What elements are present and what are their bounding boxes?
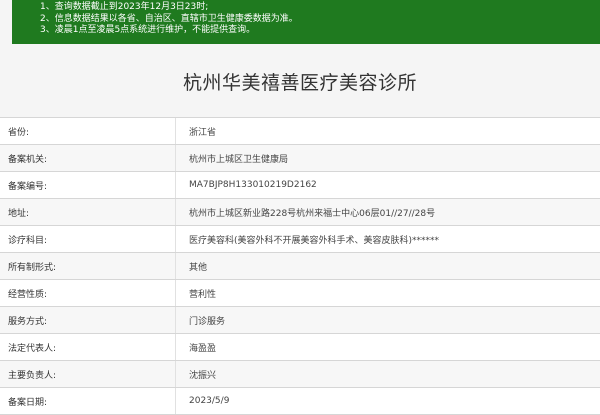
table-row: 法定代表人: 海盈盈 <box>0 334 600 361</box>
field-label: 服务方式: <box>0 307 176 333</box>
notice-line: 3、凌晨1点至凌晨5点系统进行维护，不能提供查询。 <box>40 25 256 35</box>
field-label: 法定代表人: <box>0 334 176 360</box>
field-value: 杭州市上城区卫生健康局 <box>189 154 289 165</box>
field-label: 备案机关: <box>0 145 176 171</box>
table-row: 地址: 杭州市上城区新业路228号杭州来福士中心06层01//27//28号 <box>0 199 600 226</box>
table-row: 服务方式: 门诊服务 <box>0 307 600 334</box>
field-value: 2023/5/9 <box>189 396 230 406</box>
table-row: 省份: 浙江省 <box>0 118 600 145</box>
table-row: 诊疗科目: 医疗美容科(美容外科不开展美容外科手术、美容皮肤科)****** <box>0 226 600 253</box>
table-row: 经营性质: 营利性 <box>0 280 600 307</box>
field-label: 诊疗科目: <box>0 226 176 252</box>
table-row: 所有制形式: 其他 <box>0 253 600 280</box>
field-value: MA7BJP8H133010219D2162 <box>189 180 317 190</box>
field-value: 其他 <box>189 262 208 273</box>
notice-line: 2、信息数据结果以各省、自治区、直辖市卫生健康委数据为准。 <box>40 13 298 24</box>
field-value: 营利性 <box>189 289 217 300</box>
field-label: 省份: <box>0 118 176 144</box>
info-table: 省份: 浙江省 备案机关: 杭州市上城区卫生健康局 备案编号: MA7BJP8H… <box>0 117 600 415</box>
field-label: 经营性质: <box>0 280 176 306</box>
field-value: 医疗美容科(美容外科不开展美容外科手术、美容皮肤科)****** <box>189 235 440 246</box>
field-label: 地址: <box>0 199 176 225</box>
table-row: 备案机关: 杭州市上城区卫生健康局 <box>0 145 600 172</box>
field-value: 门诊服务 <box>189 316 226 327</box>
table-row: 备案日期: 2023/5/9 <box>0 388 600 415</box>
notice-banner: 1、查询数据截止到2023年12月3日23时; 2、信息数据结果以各省、自治区、… <box>12 0 600 44</box>
notice-line: 1、查询数据截止到2023年12月3日23时; <box>40 2 209 12</box>
table-row: 主要负责人: 沈振兴 <box>0 361 600 388</box>
field-label: 备案编号: <box>0 172 176 198</box>
field-value: 浙江省 <box>189 127 217 138</box>
field-value: 海盈盈 <box>189 343 217 354</box>
field-value: 沈振兴 <box>189 370 217 381</box>
table-row: 备案编号: MA7BJP8H133010219D2162 <box>0 172 600 199</box>
field-value: 杭州市上城区新业路228号杭州来福士中心06层01//27//28号 <box>189 208 436 219</box>
field-label: 备案日期: <box>0 388 176 414</box>
field-label: 所有制形式: <box>0 253 176 279</box>
field-label: 主要负责人: <box>0 361 176 387</box>
page-title: 杭州华美禧善医疗美容诊所 <box>182 72 417 94</box>
